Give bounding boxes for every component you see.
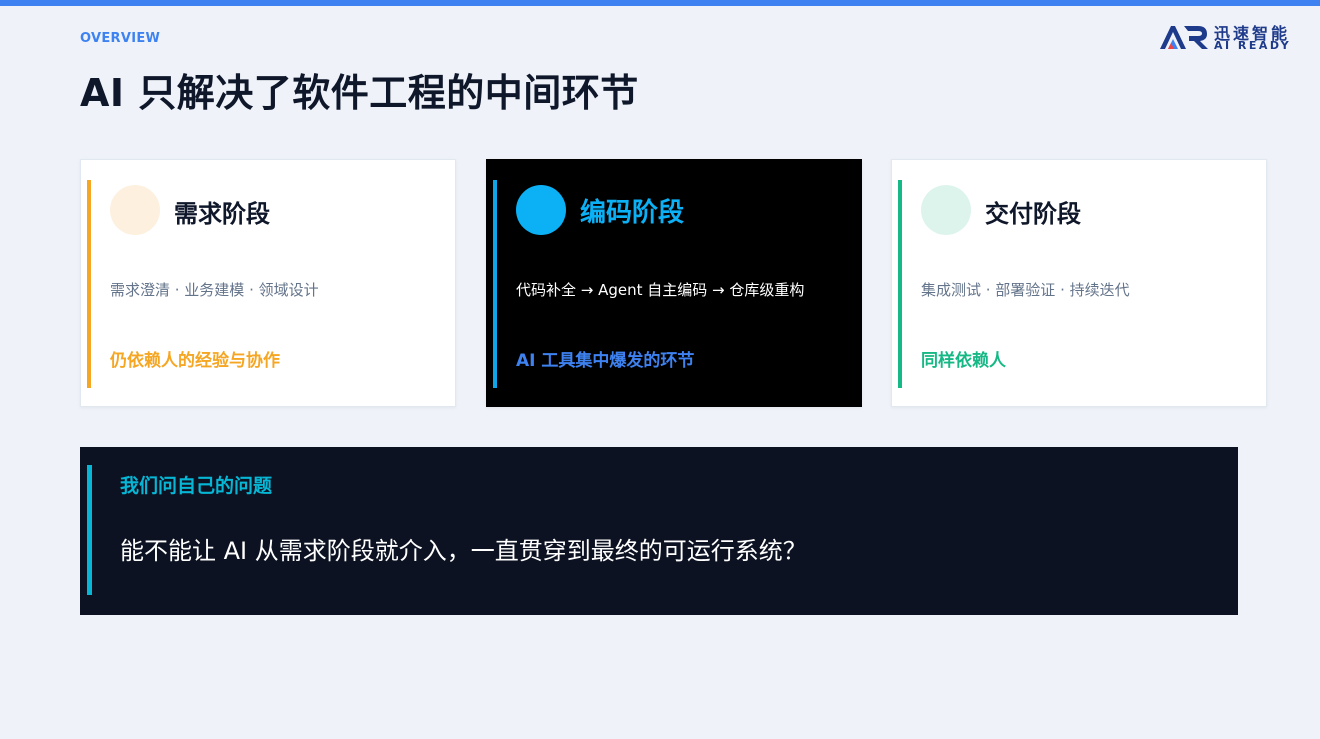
stage-note: 仍依赖人的经验与协作	[110, 351, 280, 371]
stage-note: AI 工具集中爆发的环节	[516, 351, 695, 371]
stage-name: 编码阶段	[580, 198, 685, 228]
brand-logo: 迅速智能 AI READY	[1158, 22, 1298, 52]
question-accent-bar	[87, 465, 92, 595]
section-overline: OVERVIEW	[80, 31, 161, 46]
question-text: 能不能让 AI 从需求阶段就介入，一直贯穿到最终的可运行系统？	[120, 537, 807, 565]
stage-accent-bar	[493, 180, 497, 388]
stage-name: 交付阶段	[985, 200, 1081, 228]
stage-circle-icon	[921, 185, 971, 235]
page-title: AI 只解决了软件工程的中间环节	[80, 71, 639, 115]
stage-name: 需求阶段	[174, 200, 270, 228]
stage-circle-icon	[110, 185, 160, 235]
stage-circle-icon	[516, 185, 566, 235]
top-accent-bar	[0, 0, 1320, 6]
stage-note: 同样依赖人	[921, 351, 1006, 371]
stage-accent-bar	[87, 180, 91, 388]
logo-mark-icon	[1160, 26, 1208, 49]
stage-card-delivery: 交付阶段 集成测试 · 部署验证 · 持续迭代 同样依赖人	[891, 159, 1267, 407]
stage-description: 集成测试 · 部署验证 · 持续迭代	[921, 281, 1130, 299]
stage-accent-bar	[898, 180, 902, 388]
stage-card-requirements: 需求阶段 需求澄清 · 业务建模 · 领域设计 仍依赖人的经验与协作	[80, 159, 456, 407]
question-panel: 我们问自己的问题 能不能让 AI 从需求阶段就介入，一直贯穿到最终的可运行系统？	[80, 447, 1238, 615]
stage-description: 需求澄清 · 业务建模 · 领域设计	[110, 281, 319, 299]
stage-card-coding: 编码阶段 代码补全 → Agent 自主编码 → 仓库级重构 AI 工具集中爆发…	[486, 159, 862, 407]
question-label: 我们问自己的问题	[120, 475, 273, 497]
logo-name-en: AI READY	[1214, 39, 1292, 52]
stage-description: 代码补全 → Agent 自主编码 → 仓库级重构	[516, 281, 805, 299]
